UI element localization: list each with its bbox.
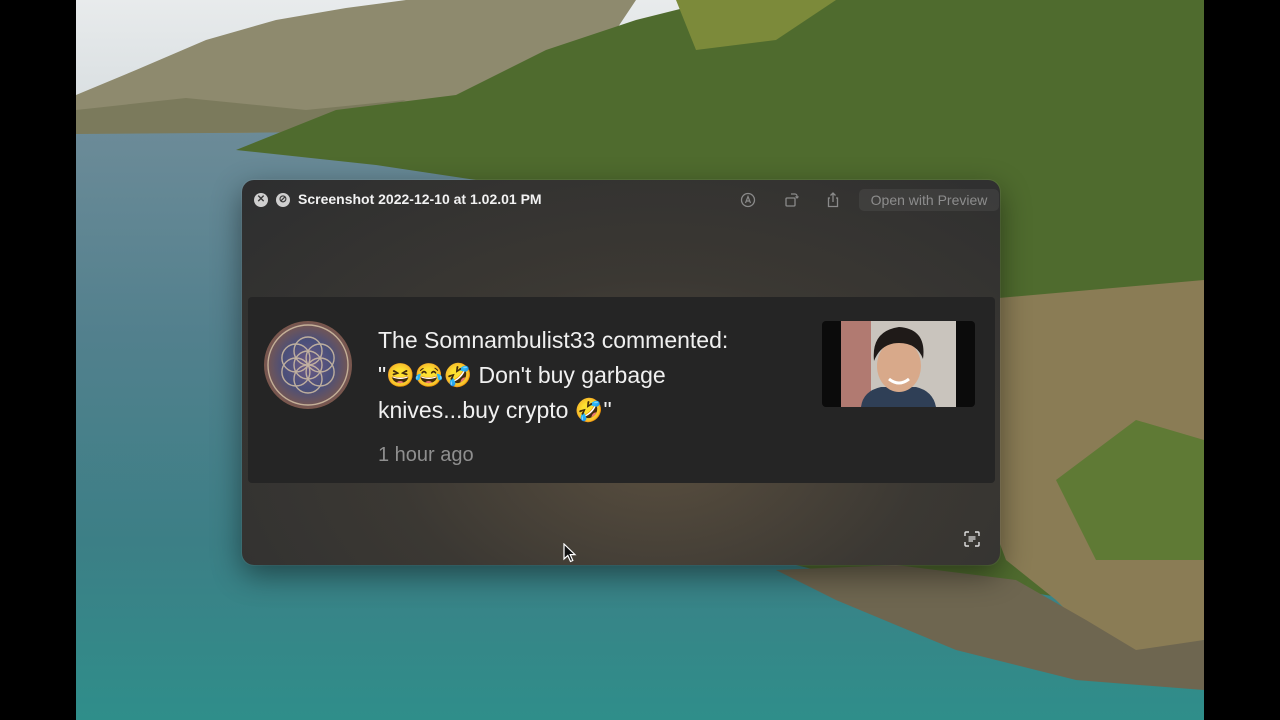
- right-letterbox-bar: [1204, 0, 1280, 720]
- comment-text: The Somnambulist33 commented: "😆😂🤣 Don't…: [378, 323, 798, 428]
- share-icon[interactable]: [823, 190, 843, 210]
- flower-of-life-icon: [267, 324, 349, 406]
- user-avatar: [264, 321, 352, 409]
- window-title: Screenshot 2022-12-10 at 1.02.01 PM: [298, 191, 542, 207]
- video-thumbnail[interactable]: [822, 321, 975, 407]
- comment-line-1: The Somnambulist33 commented:: [378, 327, 729, 353]
- comment-line-3: knives...buy crypto 🤣": [378, 397, 612, 423]
- titlebar: ✕ ⊘ Screenshot 2022-12-10 at 1.02.01 PM …: [242, 180, 1000, 220]
- timestamp: 1 hour ago: [378, 444, 474, 466]
- open-with-preview-button[interactable]: Open with Preview: [859, 189, 999, 211]
- mouse-cursor-icon: [563, 543, 577, 563]
- notification-card: The Somnambulist33 commented: "😆😂🤣 Don't…: [248, 297, 995, 483]
- left-letterbox-bar: [0, 0, 76, 720]
- fullscreen-button[interactable]: ⊘: [276, 193, 290, 207]
- rotate-icon[interactable]: [781, 190, 801, 210]
- markup-icon[interactable]: [738, 190, 758, 210]
- quicklook-window: ✕ ⊘ Screenshot 2022-12-10 at 1.02.01 PM …: [242, 180, 1000, 565]
- close-button[interactable]: ✕: [254, 193, 268, 207]
- comment-line-2: "😆😂🤣 Don't buy garbage: [378, 362, 666, 388]
- close-icon: ✕: [256, 194, 266, 205]
- live-text-icon[interactable]: [962, 529, 982, 549]
- thumbnail-image: [841, 321, 956, 407]
- no-entry-icon: ⊘: [278, 194, 288, 205]
